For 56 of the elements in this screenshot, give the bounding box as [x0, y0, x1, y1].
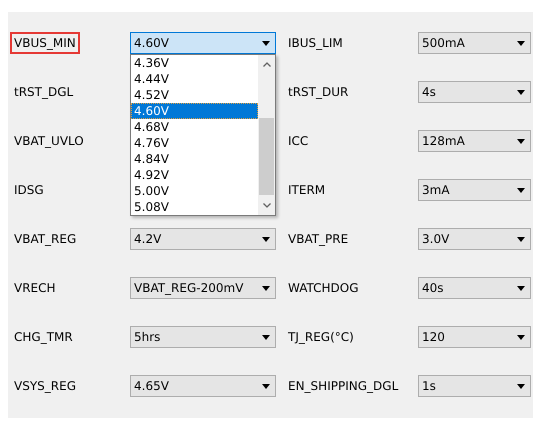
field-label: VBAT_REG [13, 231, 78, 248]
dropdown-arrow-icon [517, 40, 525, 46]
field-label: tRST_DGL [13, 84, 74, 101]
field-label: IDSG [13, 182, 45, 199]
field-label: TJ_REG(°C) [287, 329, 355, 346]
dropdown[interactable]: 5hrs [130, 326, 276, 348]
dropdown-arrow-icon [262, 334, 270, 340]
dropdown-option[interactable]: 4.92V [131, 167, 258, 183]
dropdown-option[interactable]: 4.84V [131, 151, 258, 167]
dropdown-arrow-icon [262, 236, 270, 242]
scroll-down-icon [262, 203, 270, 208]
dropdown-arrow-icon [517, 384, 525, 388]
dropdown-arrow-icon [262, 40, 270, 46]
dropdown[interactable]: VBAT_REG-200mV [130, 277, 276, 299]
field-label: IBUS_LIM [287, 35, 344, 52]
dropdown[interactable]: 3.0V [418, 228, 531, 250]
field-label: EN_SHIPPING_DGL [287, 378, 400, 395]
dropdown[interactable]: 4s [418, 81, 531, 103]
field-label: VBAT_PRE [287, 231, 350, 248]
dropdown-arrow-icon [262, 384, 270, 388]
dropdown-arrow-icon [517, 90, 525, 94]
field-label: ICC [287, 133, 310, 150]
dropdown-option[interactable]: 4.44V [131, 71, 258, 87]
dropdown-option[interactable]: 4.68V [131, 119, 258, 135]
dropdown[interactable]: 4.2V [130, 228, 276, 250]
dropdown[interactable]: 4.65V [130, 375, 276, 397]
scroll-up-icon [262, 62, 270, 67]
field-label: VBUS_MIN [10, 32, 80, 54]
dropdown[interactable]: 1s [418, 375, 531, 397]
scrollbar-thumb[interactable] [259, 118, 274, 195]
field-label: tRST_DUR [287, 84, 350, 101]
scrollbar[interactable] [258, 55, 275, 215]
dropdown-option[interactable]: 4.52V [131, 87, 258, 103]
dropdown-option[interactable]: 4.76V [131, 135, 258, 151]
dropdown[interactable]: 120 [418, 326, 531, 348]
dropdown-arrow-icon [262, 286, 270, 290]
dropdown-option[interactable]: 4.36V [131, 55, 258, 71]
dropdown-option[interactable]: 4.60V [131, 103, 258, 119]
field-label: VRECH [13, 280, 57, 297]
dropdown-arrow-icon [517, 188, 525, 192]
field-label: VSYS_REG [13, 378, 77, 395]
dropdown[interactable]: 128mA [418, 130, 531, 152]
field-label: CHG_TMR [13, 329, 74, 346]
dropdown-option[interactable]: 5.00V [131, 183, 258, 199]
dropdown[interactable]: 40s [418, 277, 531, 299]
dropdown[interactable]: 4.60V [130, 32, 276, 54]
dropdown-option[interactable]: 5.08V [131, 199, 258, 215]
dropdown-arrow-icon [517, 138, 525, 144]
dropdown[interactable]: 3mA [418, 179, 531, 201]
dropdown-arrow-icon [517, 236, 525, 242]
field-label: WATCHDOG [287, 280, 360, 297]
dropdown-arrow-icon [517, 334, 525, 340]
field-label: VBAT_UVLO [13, 133, 85, 150]
dropdown[interactable]: 500mA [418, 32, 531, 54]
field-label: ITERM [287, 182, 326, 199]
dropdown-arrow-icon [517, 286, 525, 290]
